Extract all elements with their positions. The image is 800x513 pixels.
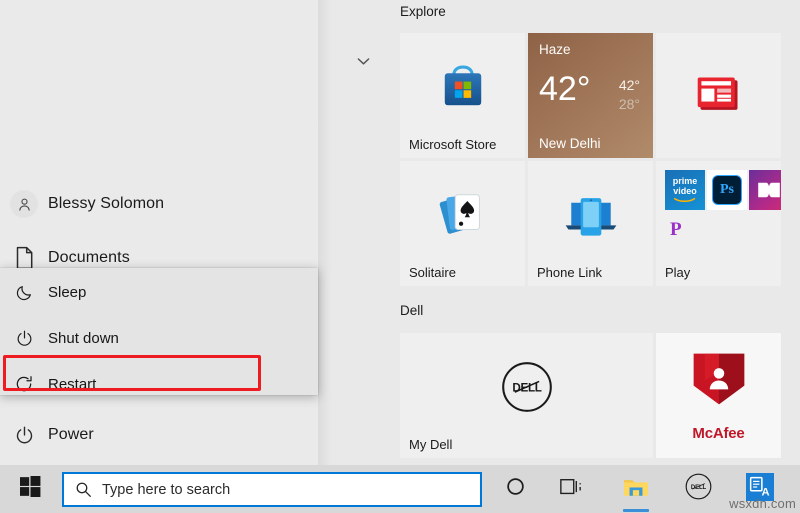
moon-sleep-icon: [0, 283, 48, 302]
tile-label: Phone Link: [537, 265, 602, 280]
sidebar-item-power[interactable]: Power: [0, 411, 318, 459]
power-icon: [0, 329, 48, 348]
menu-item-restart[interactable]: Restart: [0, 364, 318, 404]
tile-group-title-dell[interactable]: Dell: [400, 303, 423, 318]
tile-news[interactable]: [656, 33, 781, 158]
tile-mcafee[interactable]: McAfee: [656, 333, 781, 458]
avatar: [10, 190, 38, 218]
shutdown-label: Shut down: [48, 330, 119, 347]
taskbar-button-file-explorer[interactable]: [612, 465, 660, 513]
account-name-label: Blessy Solomon: [48, 195, 164, 213]
search-input[interactable]: Type here to search: [62, 472, 482, 507]
tile-microsoft-store[interactable]: Microsoft Store: [400, 33, 525, 158]
cortana-circle-icon: [505, 476, 526, 502]
taskbar: Type here to search: [0, 465, 800, 513]
ps-label: Ps: [712, 175, 742, 205]
search-placeholder: Type here to search: [102, 482, 230, 498]
menu-item-shutdown[interactable]: Shut down: [0, 318, 318, 358]
task-view-icon: [560, 477, 584, 502]
restart-label: Restart: [48, 376, 96, 393]
photoshop-express-icon: Ps: [707, 170, 747, 210]
tile-label: Solitaire: [409, 265, 456, 280]
prime-bottom-label: video: [673, 186, 697, 196]
menu-item-sleep[interactable]: Sleep: [0, 272, 318, 312]
taskbar-button-task-view[interactable]: [548, 465, 596, 513]
running-indicator: [623, 509, 649, 512]
dell-circle-icon: DELL: [684, 472, 713, 506]
prime-top-label: prime: [673, 177, 698, 186]
tile-label: My Dell: [409, 437, 452, 452]
weather-high: 42°: [619, 77, 640, 93]
phone-link-icon: [528, 161, 653, 268]
microsoft-store-bag-icon: [400, 33, 525, 140]
sleep-label: Sleep: [48, 284, 86, 301]
solitaire-cards-icon: [400, 161, 525, 268]
start-button[interactable]: [6, 465, 54, 513]
play-folder-mini-icons: prime video Ps: [665, 170, 781, 210]
paint-p-icon: P: [670, 219, 682, 241]
search-icon: [64, 481, 102, 498]
taskbar-button-dell[interactable]: DELL: [674, 465, 722, 513]
tiles-area: Explore: [400, 0, 800, 465]
dell-circle-icon: DELL: [400, 333, 653, 440]
account-person-icon: [0, 180, 48, 228]
weather-temperature: 42°: [539, 72, 590, 106]
mcafee-wordmark: McAfee: [656, 425, 781, 442]
dolby-icon: [749, 170, 781, 210]
weather-condition: Haze: [539, 42, 571, 57]
weather-city: New Delhi: [539, 136, 601, 151]
svg-text:DELL: DELL: [512, 381, 541, 394]
chevron-down-icon[interactable]: [352, 50, 374, 72]
tile-weather-new-delhi[interactable]: Haze 42° 42° 28° New Delhi: [528, 33, 653, 158]
file-explorer-icon: [622, 475, 650, 504]
tile-label: Play: [665, 265, 690, 280]
power-label: Power: [48, 426, 94, 444]
power-icon: [0, 411, 48, 459]
weather-low: 28°: [619, 96, 640, 112]
windows-logo-icon: [20, 476, 41, 502]
tile-group-title-explore[interactable]: Explore: [400, 4, 446, 19]
rail-shadow: [318, 0, 332, 465]
site-watermark: wsxdn.com: [729, 496, 796, 511]
tile-phone-link[interactable]: Phone Link: [528, 161, 653, 286]
prime-video-icon: prime video: [665, 170, 705, 210]
taskbar-button-cortana[interactable]: [491, 465, 539, 513]
tile-label: Microsoft Store: [409, 137, 496, 152]
mcafee-shield-icon: [656, 333, 781, 424]
screen: Blessy Solomon Documents Power: [0, 0, 800, 513]
power-flyout-menu: Sleep Shut down Restar: [0, 268, 318, 395]
tile-play-folder[interactable]: prime video Ps: [656, 161, 781, 286]
tile-solitaire[interactable]: Solitaire: [400, 161, 525, 286]
restart-arrow-icon: [0, 374, 48, 394]
tile-my-dell[interactable]: DELL My Dell: [400, 333, 653, 458]
news-paper-icon: [656, 33, 781, 158]
start-menu: Blessy Solomon Documents Power: [0, 0, 800, 465]
sidebar-item-account[interactable]: Blessy Solomon: [0, 180, 318, 228]
documents-label: Documents: [48, 249, 130, 267]
